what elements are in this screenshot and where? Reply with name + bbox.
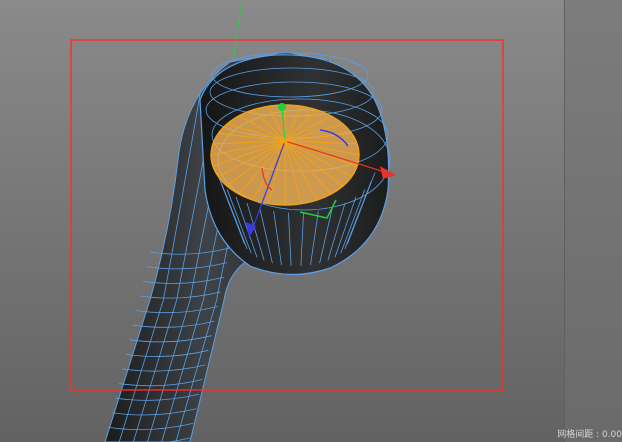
grid-spacing-readout: 网格间距 : 0.00 [557,430,622,440]
right-margin-strip [564,0,622,442]
gizmo-center-handle[interactable] [282,138,288,144]
3d-viewport[interactable]: 网格间距 : 0.00 [0,0,622,442]
viewport-scene[interactable] [0,0,622,442]
gizmo-y-handle-icon[interactable] [278,103,286,111]
